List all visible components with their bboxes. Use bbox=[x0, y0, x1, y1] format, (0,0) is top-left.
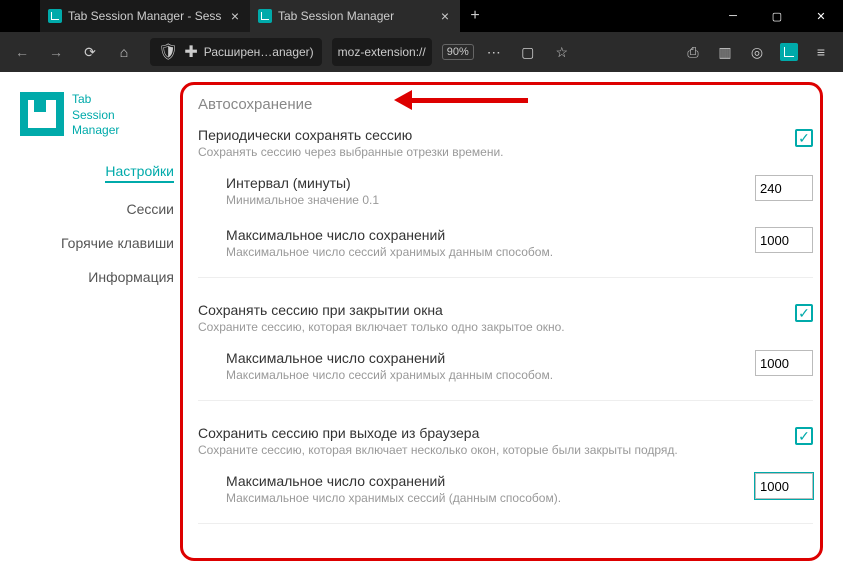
max-input-onclose[interactable] bbox=[755, 350, 813, 376]
star-icon[interactable]: ☆ bbox=[548, 38, 576, 66]
browser-toolbar: ← → ⟳ ⌂ 🛡 ✚ Расширен…anager) moz-extensi… bbox=[0, 32, 843, 72]
max-desc: Максимальное число хранимых сессий (данн… bbox=[226, 491, 743, 505]
setting-title: Сохранить сессию при выходе из браузера bbox=[198, 425, 783, 441]
nav-settings[interactable]: Настройки bbox=[105, 163, 174, 183]
max-input-periodic[interactable] bbox=[755, 227, 813, 253]
browser-tab-0[interactable]: Tab Session Manager - Sess × bbox=[40, 0, 250, 32]
url-scheme: moz-extension:// bbox=[338, 45, 426, 59]
session-save-icon[interactable] bbox=[775, 38, 803, 66]
app-sidebar: Tab Session Manager Настройки Сессии Гор… bbox=[0, 72, 180, 561]
setting-onclose: Сохранять сессию при закрытии окна Сохра… bbox=[198, 302, 813, 401]
max-label: Максимальное число сохранений bbox=[226, 473, 743, 489]
window-titlebar: Tab Session Manager - Sess × Tab Session… bbox=[0, 0, 843, 32]
setting-desc: Сохраните сессию, которая включает неско… bbox=[198, 443, 783, 457]
tab-favicon bbox=[48, 9, 62, 23]
toolbar-right: ⎙ ▥ ◎ ≡ bbox=[679, 38, 835, 66]
url-extension-label: Расширен…anager) bbox=[204, 45, 314, 59]
window-controls: ─ ▢ ✕ bbox=[711, 0, 843, 32]
settings-panel: Автосохранение Периодически сохранять се… bbox=[180, 72, 843, 561]
max-input-onexit[interactable] bbox=[755, 473, 813, 499]
more-icon[interactable]: ⋯ bbox=[480, 38, 508, 66]
checkbox-onexit[interactable]: ✓ bbox=[795, 427, 813, 445]
max-desc: Максимальное число сессий хранимых данны… bbox=[226, 245, 743, 259]
reader-icon[interactable]: ▢ bbox=[514, 38, 542, 66]
minimize-button[interactable]: ─ bbox=[711, 0, 755, 32]
setting-periodic: Периодически сохранять сессию Сохранять … bbox=[198, 127, 813, 278]
close-icon[interactable]: × bbox=[228, 9, 242, 23]
tab-label: Tab Session Manager bbox=[278, 9, 432, 23]
back-button[interactable]: ← bbox=[8, 38, 36, 66]
app-nav: Настройки Сессии Горячие клавиши Информа… bbox=[20, 163, 180, 285]
nav-hotkeys[interactable]: Горячие клавиши bbox=[61, 235, 174, 251]
browser-tab-1[interactable]: Tab Session Manager × bbox=[250, 0, 460, 32]
interval-input[interactable] bbox=[755, 175, 813, 201]
app-name-l3: Manager bbox=[72, 123, 119, 139]
url-scheme-box[interactable]: moz-extension:// bbox=[332, 38, 432, 66]
app-name-l2: Session bbox=[72, 108, 119, 124]
interval-label: Интервал (минуты) bbox=[226, 175, 743, 191]
home-button[interactable]: ⌂ bbox=[110, 38, 138, 66]
setting-title: Сохранять сессию при закрытии окна bbox=[198, 302, 783, 318]
max-label: Максимальное число сохранений bbox=[226, 350, 743, 366]
app-name: Tab Session Manager bbox=[72, 92, 119, 139]
account-icon[interactable]: ◎ bbox=[743, 38, 771, 66]
app-name-l1: Tab bbox=[72, 92, 119, 108]
close-button[interactable]: ✕ bbox=[799, 0, 843, 32]
nav-info[interactable]: Информация bbox=[88, 269, 174, 285]
extension-icon: ✚ bbox=[184, 42, 197, 62]
setting-onexit: Сохранить сессию при выходе из браузера … bbox=[198, 425, 813, 524]
setting-desc: Сохранять сессию через выбранные отрезки… bbox=[198, 145, 783, 159]
tab-label: Tab Session Manager - Sess bbox=[68, 9, 222, 23]
forward-button: → bbox=[42, 38, 70, 66]
interval-desc: Минимальное значение 0.1 bbox=[226, 193, 743, 207]
zoom-level[interactable]: 90% bbox=[442, 44, 474, 60]
checkbox-periodic[interactable]: ✓ bbox=[795, 129, 813, 147]
close-icon[interactable]: × bbox=[438, 9, 452, 23]
library-icon[interactable]: ⎙ bbox=[679, 38, 707, 66]
sidebar-icon[interactable]: ▥ bbox=[711, 38, 739, 66]
url-bar[interactable]: 🛡 ✚ Расширен…anager) bbox=[150, 38, 322, 66]
page-content: Tab Session Manager Настройки Сессии Гор… bbox=[0, 72, 843, 561]
menu-icon[interactable]: ≡ bbox=[807, 38, 835, 66]
app-logo-row: Tab Session Manager bbox=[20, 92, 180, 139]
setting-desc: Сохраните сессию, которая включает тольк… bbox=[198, 320, 783, 334]
max-label: Максимальное число сохранений bbox=[226, 227, 743, 243]
checkbox-onclose[interactable]: ✓ bbox=[795, 304, 813, 322]
tab-favicon bbox=[258, 9, 272, 23]
new-tab-button[interactable]: + bbox=[460, 0, 490, 32]
setting-title: Периодически сохранять сессию bbox=[198, 127, 783, 143]
browser-tabs: Tab Session Manager - Sess × Tab Session… bbox=[0, 0, 711, 32]
section-title: Автосохранение bbox=[198, 96, 813, 113]
nav-sessions[interactable]: Сессии bbox=[126, 201, 174, 217]
maximize-button[interactable]: ▢ bbox=[755, 0, 799, 32]
shield-icon: 🛡 bbox=[158, 42, 178, 62]
app-logo-icon bbox=[20, 92, 64, 136]
reload-button[interactable]: ⟳ bbox=[76, 38, 104, 66]
max-desc: Максимальное число сессий хранимых данны… bbox=[226, 368, 743, 382]
